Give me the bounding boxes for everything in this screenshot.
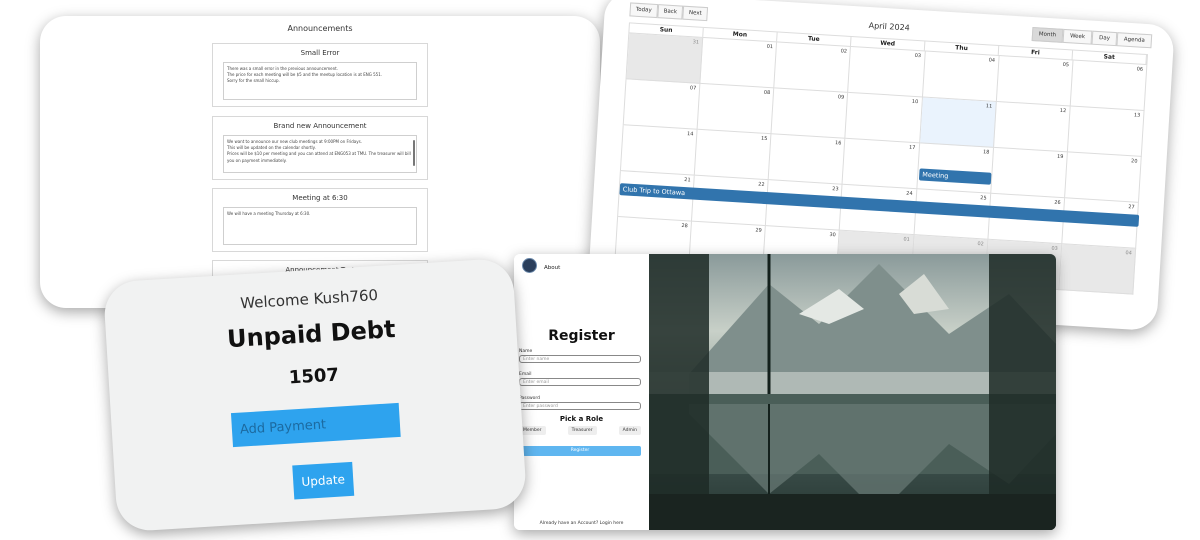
- day-cell-today[interactable]: 11: [919, 97, 997, 148]
- announcement-body[interactable]: We will have a meeting Thursday at 6:30.: [223, 207, 417, 245]
- week-view-button[interactable]: Week: [1062, 28, 1093, 45]
- register-card: About Register Name Enter name Email Ent…: [514, 254, 1056, 530]
- password-field[interactable]: Enter password: [519, 402, 641, 410]
- day-cell[interactable]: 15: [694, 129, 772, 181]
- agenda-view-button[interactable]: Agenda: [1116, 32, 1153, 49]
- announcement-line: Prices will be $10 per meeting and you c…: [227, 151, 411, 163]
- club-logo[interactable]: [522, 258, 537, 273]
- announcement-line: Sorry for the small hiccup.: [227, 78, 280, 84]
- day-cell[interactable]: 16: [768, 134, 846, 185]
- announcements-title: Announcements: [287, 24, 353, 33]
- announcement-item: Brand new Announcement We want to announ…: [212, 116, 428, 180]
- email-field[interactable]: Enter email: [519, 378, 641, 386]
- role-member-button[interactable]: Member: [519, 426, 546, 435]
- day-cell[interactable]: 05: [996, 56, 1074, 107]
- day-cell[interactable]: 09: [771, 88, 849, 139]
- name-label: Name: [519, 349, 533, 354]
- view-switcher: Month Week Day Agenda: [1031, 26, 1153, 49]
- password-label: Password: [519, 396, 541, 401]
- about-link[interactable]: About: [544, 265, 560, 271]
- landscape-illustration: [649, 254, 1056, 530]
- collage: Announcements Small Error There was a sm…: [0, 0, 1200, 540]
- day-cell[interactable]: 10: [845, 92, 923, 144]
- day-cell[interactable]: 19: [990, 147, 1068, 199]
- day-view-button[interactable]: Day: [1091, 30, 1118, 47]
- day-cell[interactable]: 12: [993, 101, 1071, 153]
- debt-card: Welcome Kush760 Unpaid Debt 1507 Update: [102, 257, 528, 533]
- day-cell[interactable]: 14: [620, 125, 698, 176]
- scrollbar[interactable]: [413, 140, 415, 166]
- announcement-item: Meeting at 6:30 We will have a meeting T…: [212, 188, 428, 252]
- add-payment-input[interactable]: [230, 402, 401, 448]
- login-link[interactable]: Already have an Account? Login here: [514, 521, 649, 526]
- day-cell[interactable]: 06: [1070, 60, 1148, 111]
- day-cell[interactable]: 20: [1064, 152, 1142, 203]
- day-cell[interactable]: 01: [700, 37, 778, 89]
- announcement-title: Meeting at 6:30: [292, 194, 348, 202]
- register-panel: About Register Name Enter name Email Ent…: [514, 254, 649, 530]
- announcement-body[interactable]: We want to announce our new club meeting…: [223, 135, 417, 173]
- register-button[interactable]: Register: [519, 446, 641, 456]
- role-admin-button[interactable]: Admin: [618, 426, 641, 435]
- email-label: Email: [519, 372, 532, 377]
- name-field[interactable]: Enter name: [519, 355, 641, 363]
- role-heading: Pick a Role: [559, 415, 604, 423]
- day-cell[interactable]: 04: [1059, 244, 1137, 295]
- role-treasurer-button[interactable]: Treasurer: [567, 426, 597, 435]
- day-cell[interactable]: 17: [842, 138, 920, 190]
- announcement-item: Small Error There was a small error in t…: [212, 43, 428, 107]
- announcement-title: Small Error: [300, 49, 340, 57]
- debt-amount: 1507: [288, 364, 340, 389]
- announcement-title: Brand new Announcement: [273, 122, 367, 130]
- register-title: Register: [548, 328, 615, 344]
- day-cell[interactable]: 31: [626, 33, 704, 84]
- day-cell[interactable]: 07: [623, 79, 701, 130]
- role-selector: Member Treasurer Admin: [519, 426, 641, 435]
- update-button[interactable]: Update: [292, 461, 355, 500]
- day-cell[interactable]: 08: [697, 83, 775, 135]
- lake-mountain-image: [649, 254, 1056, 530]
- day-cell[interactable]: 04: [922, 51, 1000, 102]
- day-cell[interactable]: 02: [774, 42, 852, 93]
- announcement-line: We will have a meeting Thursday at 6:30.: [227, 211, 311, 216]
- announcement-body[interactable]: There was a small error in the previous …: [223, 62, 417, 100]
- day-cell[interactable]: 03: [848, 46, 926, 98]
- month-view-button[interactable]: Month: [1031, 26, 1064, 43]
- day-cell[interactable]: 13: [1067, 106, 1145, 157]
